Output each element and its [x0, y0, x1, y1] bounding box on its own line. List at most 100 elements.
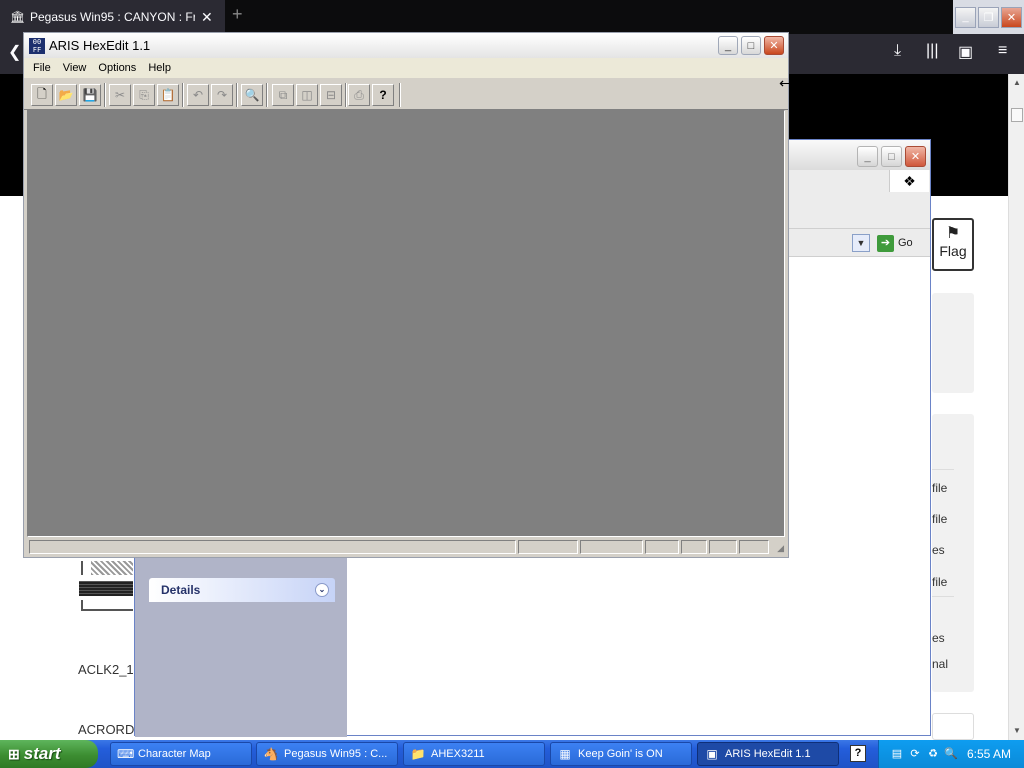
explorer-close-button[interactable]: ✕ — [905, 146, 926, 167]
address-dropdown-button[interactable]: ▼ — [852, 234, 870, 252]
chevron-down-icon[interactable]: ⌄ — [315, 583, 329, 597]
downloads-icon[interactable]: ⤓ — [894, 42, 901, 60]
flag-button[interactable]: ⚑ Flag — [932, 218, 974, 271]
toolbar-separator — [104, 83, 106, 107]
file-label-fragment: ACRORD — [78, 722, 135, 737]
undo-button[interactable]: ↶ — [187, 84, 209, 106]
browser-minimize-button[interactable]: _ — [955, 6, 976, 28]
hexedit-mdi-client[interactable] — [27, 110, 785, 537]
start-button[interactable]: ⊞ start — [0, 740, 98, 768]
status-panel — [580, 540, 643, 554]
hexedit-titlebar[interactable]: 00 FF ARIS HexEdit 1.1 _ □ ✕ — [24, 33, 788, 58]
browser-tab-title: Pegasus Win95 : CANYON : Free D — [30, 10, 195, 24]
browser-tab-pegasus[interactable]: 🏛 Pegasus Win95 : CANYON : Free D ✕ — [0, 0, 225, 34]
taskbar-button-hexedit[interactable]: ▣ ARIS HexEdit 1.1 — [697, 742, 839, 766]
status-panel — [739, 540, 769, 554]
tile-horizontal-button[interactable]: ⊟ — [320, 84, 342, 106]
system-tray: ▤ ⟳ ♻ 🔍 6:55 AM — [878, 740, 1024, 768]
open-file-button[interactable]: 📂 — [55, 84, 77, 106]
tray-sync-icon[interactable]: ⟳ — [907, 746, 923, 762]
status-panel-main — [29, 540, 516, 554]
menu-view[interactable]: View — [58, 62, 92, 74]
resize-grip-icon[interactable]: ◢ — [772, 542, 784, 554]
museum-icon: 🏛 — [10, 10, 26, 24]
pegasus-icon: 🐴 — [263, 747, 279, 761]
windows-flag-icon: ⊞ — [8, 745, 20, 762]
flag-icon: ⚑ — [945, 225, 961, 242]
new-tab-icon[interactable]: + — [232, 4, 243, 25]
tray-app-icon[interactable]: ▤ — [889, 746, 905, 762]
library-icon[interactable]: ||| — [926, 42, 938, 60]
status-panel — [681, 540, 707, 554]
go-button[interactable]: ➔ Go — [877, 234, 913, 252]
taskbar-button-keep-goin[interactable]: ▦ Keep Goin' is ON — [550, 742, 692, 766]
save-file-button[interactable]: 💾 — [79, 84, 101, 106]
side-item[interactable]: es — [932, 631, 945, 645]
side-item[interactable]: es — [932, 543, 945, 557]
taskbar-button-label: ARIS HexEdit 1.1 — [725, 748, 811, 760]
taskbar-button-character-map[interactable]: ⌨ Character Map — [110, 742, 252, 766]
folder-icon: 📁 — [410, 747, 426, 761]
hexedit-window: 00 FF ARIS HexEdit 1.1 _ □ ✕ File View O… — [23, 32, 789, 558]
toolbar-separator — [266, 83, 268, 107]
back-icon[interactable]: ❮ — [8, 42, 21, 62]
taskbar-button-ahex3211[interactable]: 📁 AHEX3211 — [403, 742, 545, 766]
details-panel-header[interactable]: Details ⌄ — [149, 578, 335, 602]
scroll-up-icon[interactable]: ▲ — [1010, 76, 1024, 90]
side-divider — [932, 596, 954, 597]
bar-fragment — [81, 561, 83, 575]
scroll-down-icon[interactable]: ▼ — [1010, 724, 1024, 738]
cut-button[interactable]: ✂ — [109, 84, 131, 106]
character-map-icon: ⌨ — [117, 747, 135, 761]
toolbar-separator — [345, 83, 347, 107]
help-icon[interactable]: ? — [850, 745, 866, 762]
hexedit-minimize-button[interactable]: _ — [718, 36, 738, 55]
menu-options[interactable]: Options — [93, 62, 141, 74]
menu-help[interactable]: Help — [143, 62, 176, 74]
tray-search-icon[interactable]: 🔍 — [943, 746, 959, 762]
page-scrollbar[interactable]: ▲ ▼ — [1008, 74, 1024, 740]
explorer-minimize-button[interactable]: _ — [857, 146, 878, 167]
browser-restore-button[interactable]: ❐ — [978, 6, 999, 28]
hexedit-close-button[interactable]: ✕ — [764, 36, 784, 55]
pattern-fragment — [91, 561, 133, 575]
details-label: Details — [161, 583, 201, 597]
tab-close-icon[interactable]: ✕ — [201, 9, 213, 26]
keep-goin-icon: ▦ — [559, 747, 571, 761]
help-button[interactable]: ? — [372, 84, 394, 106]
scroll-thumb[interactable] — [1011, 108, 1023, 122]
browser-close-button[interactable]: ✕ — [1001, 6, 1022, 28]
print-button[interactable]: ⎙ — [348, 84, 370, 106]
side-item[interactable]: file — [932, 575, 947, 589]
tile-vertical-button[interactable]: ◫ — [296, 84, 318, 106]
sidebar-icon[interactable]: ▣ — [958, 42, 973, 62]
status-panel — [518, 540, 578, 554]
menu-icon[interactable]: ≡ — [998, 42, 1007, 60]
dark-bar-fragment — [79, 581, 133, 596]
redo-button[interactable]: ↷ — [211, 84, 233, 106]
taskbar-button-label: AHEX3211 — [431, 748, 485, 760]
side-item[interactable]: file — [932, 512, 947, 526]
side-item[interactable]: nal — [932, 657, 948, 671]
tray-recycle-icon[interactable]: ♻ — [925, 746, 941, 762]
paste-button[interactable]: 📋 — [157, 84, 179, 106]
hexedit-app-icon: 00 FF — [29, 38, 45, 54]
file-label-fragment: ACLK2_1 — [78, 662, 134, 677]
taskbar-button-pegasus[interactable]: 🐴 Pegasus Win95 : C... — [256, 742, 398, 766]
cascade-windows-button[interactable]: ⧉ — [272, 84, 294, 106]
menu-file[interactable]: File — [28, 62, 56, 74]
side-item[interactable]: file — [932, 481, 947, 495]
copy-button[interactable]: ⎘ — [133, 84, 155, 106]
clock: 6:55 AM — [967, 747, 1012, 761]
new-file-button[interactable]: 🗋 — [31, 84, 53, 106]
explorer-maximize-button[interactable]: □ — [881, 146, 902, 167]
taskbar-button-label: Pegasus Win95 : C... — [284, 748, 388, 760]
browser-window-controls: _ ❐ ✕ — [953, 0, 1024, 34]
status-panel — [709, 540, 737, 554]
hexedit-maximize-button[interactable]: □ — [741, 36, 761, 55]
find-button[interactable]: 🔍 — [241, 84, 263, 106]
go-label: Go — [898, 237, 913, 249]
taskbar: ⊞ start ⌨ Character Map 🐴 Pegasus Win95 … — [0, 740, 1024, 768]
side-card — [932, 293, 974, 393]
side-divider — [932, 469, 954, 470]
